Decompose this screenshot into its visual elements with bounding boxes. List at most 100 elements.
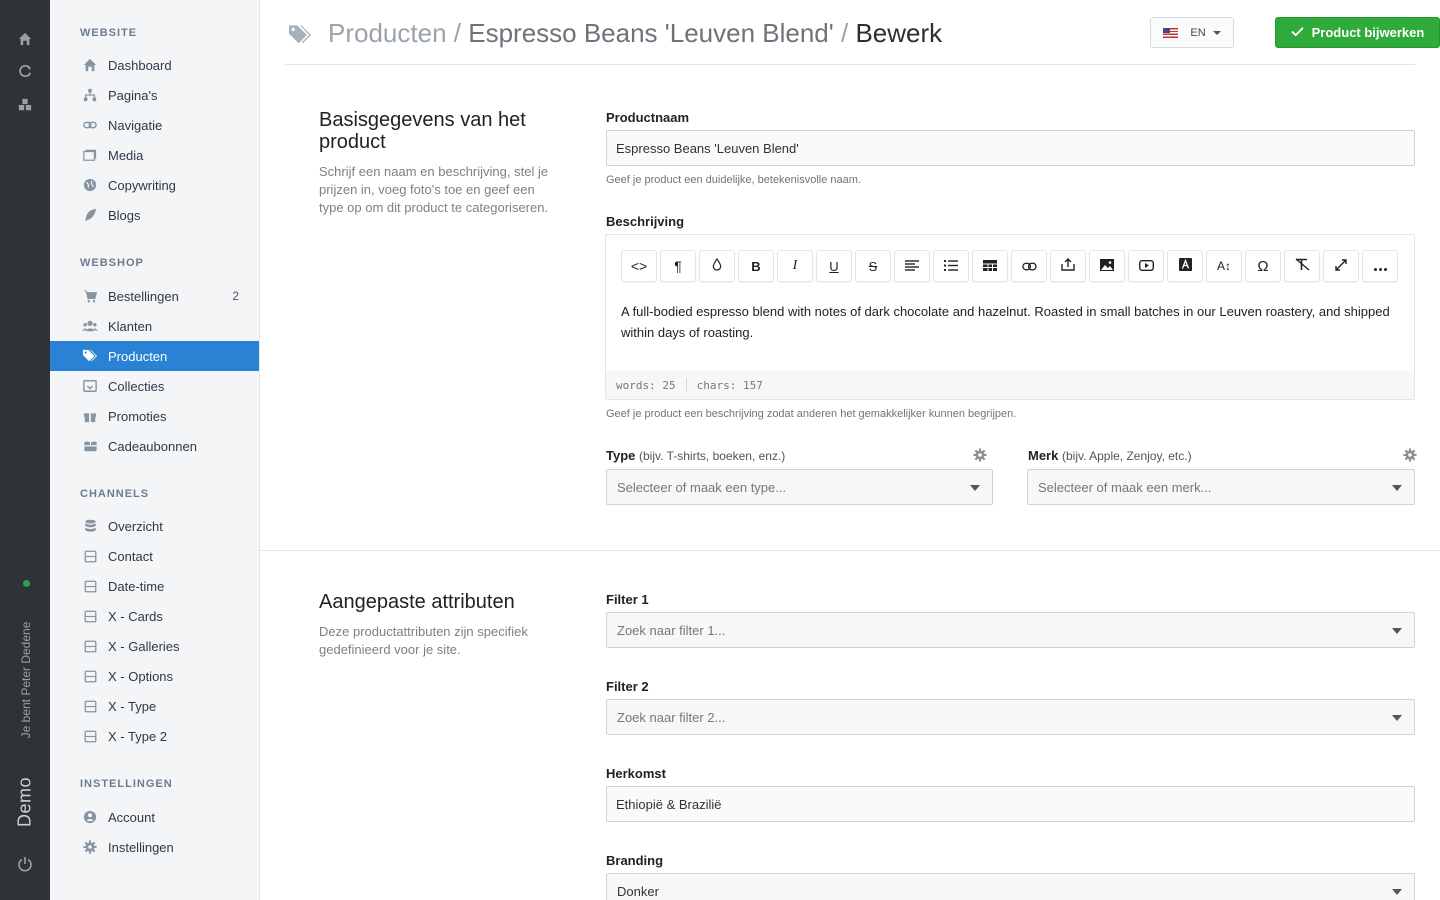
sidebar-item-collecties[interactable]: Collecties — [50, 371, 259, 401]
filter1-label: Filter 1 — [606, 592, 649, 607]
sidebar-item-x-galleries[interactable]: X - Galleries — [50, 631, 259, 661]
sidebar-item-x-options[interactable]: X - Options — [50, 661, 259, 691]
description-label: Beschrijving — [606, 214, 685, 229]
sidebar-item-label: X - Galleries — [108, 638, 180, 654]
fullscreen-button[interactable] — [1323, 250, 1359, 282]
description-help: Geef je product een beschrijving zodat a… — [606, 408, 1017, 420]
update-product-button[interactable]: Product bijwerken — [1275, 17, 1440, 48]
strikethrough-button[interactable]: S — [855, 250, 891, 282]
list-button[interactable] — [933, 250, 969, 282]
breadcrumb-product[interactable]: Espresso Beans 'Leuven Blend' — [468, 18, 834, 48]
app-rail: Je bent Peter Dedene Demo — [0, 0, 50, 900]
omega-icon: Ω — [1257, 257, 1269, 275]
language-dropdown[interactable]: EN — [1150, 17, 1234, 48]
section-title-webshop: WEBSHOP — [80, 257, 144, 269]
paragraph-button[interactable]: ¶ — [660, 250, 696, 282]
orders-count-badge: 2 — [232, 289, 239, 303]
link-icon — [1021, 258, 1037, 274]
font-size-button[interactable]: A↕ — [1206, 250, 1242, 282]
sidebar-item-label: Instellingen — [108, 839, 174, 855]
breadcrumb-producten[interactable]: Producten — [328, 18, 447, 48]
gift-card-icon — [82, 438, 98, 454]
filter1-select[interactable]: Zoek naar filter 1... — [606, 612, 1415, 648]
font-color-button[interactable] — [1167, 250, 1203, 282]
dropdown-arrow-icon — [1392, 485, 1402, 491]
gift-icon — [82, 408, 98, 424]
more-button[interactable] — [1362, 250, 1398, 282]
clear-format-button[interactable] — [1284, 250, 1320, 282]
check-icon — [1290, 25, 1304, 40]
power-icon[interactable] — [17, 856, 33, 872]
type-select-placeholder: Selecteer of maak een type... — [617, 479, 787, 495]
sidebar-item-x-cards[interactable]: X - Cards — [50, 601, 259, 631]
brand-select[interactable]: Selecteer of maak een merk... — [1027, 469, 1415, 505]
site-name[interactable]: Demo — [15, 777, 36, 827]
italic-button[interactable]: I — [777, 250, 813, 282]
sidebar-item-contact[interactable]: Contact — [50, 541, 259, 571]
dropdown-arrow-icon — [1392, 889, 1402, 895]
current-user: Je bent Peter Dedene — [19, 621, 33, 739]
italic-icon: I — [792, 258, 798, 273]
sidebar-item-promoties[interactable]: Promoties — [50, 401, 259, 431]
sidebar-item-cadeaubonnen[interactable]: Cadeaubonnen — [50, 431, 259, 461]
branding-select[interactable]: Donker — [606, 873, 1415, 900]
sidebar-item-label: Pagina's — [108, 87, 158, 103]
upload-button[interactable] — [1050, 250, 1086, 282]
sidebar-item-dashboard[interactable]: Dashboard — [50, 50, 259, 80]
list-icon — [944, 258, 958, 274]
video-icon — [1138, 258, 1154, 274]
cubes-icon[interactable] — [17, 97, 33, 113]
sidebar-item-media[interactable]: Media — [50, 140, 259, 170]
upload-icon — [1061, 258, 1075, 274]
link-button[interactable] — [1011, 250, 1047, 282]
code-view-button[interactable]: <> — [621, 250, 657, 282]
type-settings-gear-icon[interactable] — [973, 448, 987, 467]
brand-hint: (bijv. Apple, Zenjoy, etc.) — [1061, 449, 1192, 463]
custom-section-description: Deze productattributen zijn specifiek ge… — [319, 624, 528, 657]
sidebar-item-navigatie[interactable]: Navigatie — [50, 110, 259, 140]
table-button[interactable] — [972, 250, 1008, 282]
update-product-label: Product bijwerken — [1311, 25, 1425, 40]
type-select[interactable]: Selecteer of maak een type... — [606, 469, 993, 505]
sidebar-item-blogs[interactable]: Blogs — [50, 200, 259, 230]
sidebar-item-date-time[interactable]: Date-time — [50, 571, 259, 601]
underline-button[interactable]: U — [816, 250, 852, 282]
special-chars-button[interactable]: Ω — [1245, 250, 1281, 282]
breadcrumb-separator: / — [453, 18, 461, 48]
sidebar-item-paginas[interactable]: Pagina's — [50, 80, 259, 110]
font-color-icon — [1178, 258, 1192, 274]
language-code: EN — [1190, 26, 1206, 39]
home-icon[interactable] — [17, 31, 33, 47]
ellipsis-icon — [1373, 258, 1387, 274]
font-size-icon: A↕ — [1216, 259, 1231, 273]
sidebar-item-label: Bestellingen — [108, 288, 179, 304]
filter2-select[interactable]: Zoek naar filter 2... — [606, 699, 1415, 735]
align-button[interactable] — [894, 250, 930, 282]
home-icon — [82, 57, 98, 73]
brand-settings-gear-icon[interactable] — [1403, 448, 1417, 467]
sidebar-item-instellingen[interactable]: Instellingen — [50, 832, 259, 862]
brand-label-text: Merk — [1028, 448, 1059, 463]
video-button[interactable] — [1128, 250, 1164, 282]
sidebar-item-producten[interactable]: Producten — [50, 341, 259, 371]
sidebar-item-copywriting[interactable]: Copywriting — [50, 170, 259, 200]
image-button[interactable] — [1089, 250, 1125, 282]
sidebar-item-label: Date-time — [108, 578, 165, 594]
color-button[interactable] — [699, 250, 735, 282]
bold-button[interactable]: B — [738, 250, 774, 282]
code-icon: <> — [630, 258, 648, 274]
description-editor: <> ¶ B I U S A↕ Ω A full-bodied espresso… — [605, 234, 1415, 400]
product-name-input[interactable]: Espresso Beans 'Leuven Blend' — [606, 130, 1415, 166]
refresh-icon[interactable] — [17, 64, 33, 80]
sidebar-item-bestellingen[interactable]: Bestellingen 2 — [50, 281, 259, 311]
cart-icon — [82, 288, 98, 304]
description-content[interactable]: A full-bodied espresso blend with notes … — [621, 301, 1401, 343]
paragraph-icon: ¶ — [674, 258, 682, 274]
sidebar-item-account[interactable]: Account — [50, 802, 259, 832]
sidebar-item-klanten[interactable]: Klanten — [50, 311, 259, 341]
sidebar-item-x-type-2[interactable]: X - Type 2 — [50, 721, 259, 751]
strikethrough-icon: S — [868, 258, 878, 274]
origin-input[interactable]: Ethiopië & Brazilië — [606, 786, 1415, 822]
sidebar-item-x-type[interactable]: X - Type — [50, 691, 259, 721]
sidebar-item-overzicht[interactable]: Overzicht — [50, 511, 259, 541]
